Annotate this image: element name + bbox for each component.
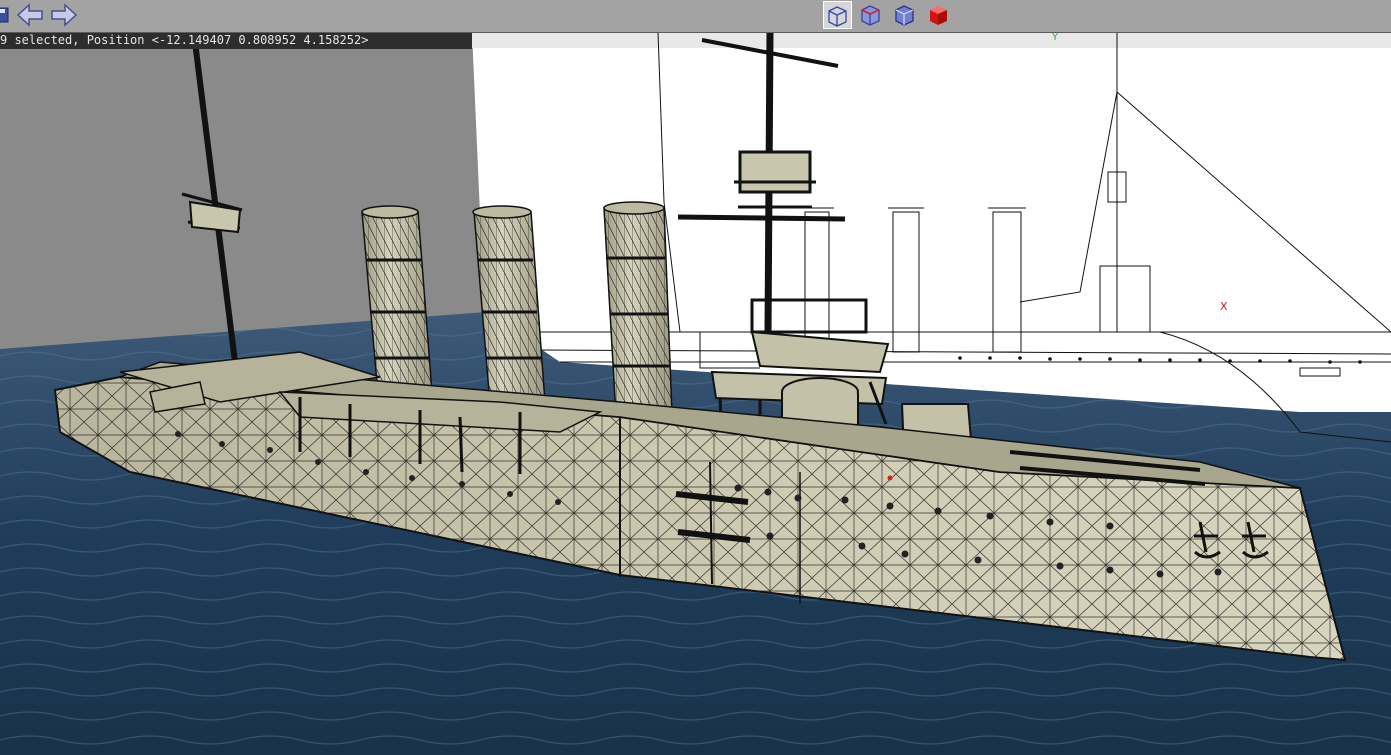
arrow-right-icon: [51, 3, 78, 27]
3d-viewport[interactable]: Y X: [0, 31, 1391, 755]
view-shaded-wire-button[interactable]: [891, 1, 920, 29]
save-icon: [0, 7, 9, 23]
funnel-3: [603, 201, 673, 417]
shaded-wireframe-cube-icon: [895, 5, 914, 26]
solid-red-cube-icon: [930, 6, 947, 25]
forward-button[interactable]: [50, 2, 78, 28]
blueprint-top-band: [472, 32, 1391, 48]
pivot-point: [887, 475, 893, 481]
selection-status: 9 selected, Position <-12.149407 0.80895…: [0, 32, 472, 49]
view-wireframe-button[interactable]: [823, 1, 852, 29]
modeler-window: Y X 9 selected, Position <-12.149407 0.8…: [0, 0, 1391, 755]
back-button[interactable]: [16, 2, 44, 28]
view-wireframe-red-button[interactable]: [857, 1, 886, 29]
axis-x-label: X: [1220, 300, 1228, 313]
toolbar: [0, 0, 1391, 33]
wireframe-cube-icon: [828, 6, 847, 27]
axis-y-label: Y: [1051, 32, 1059, 43]
view-solid-button[interactable]: [925, 1, 954, 29]
save-button[interactable]: [0, 2, 10, 28]
wireframe-red-edges-cube-icon: [861, 5, 880, 26]
arrow-left-icon: [16, 3, 43, 27]
viewport-scene: Y X: [0, 31, 1391, 755]
